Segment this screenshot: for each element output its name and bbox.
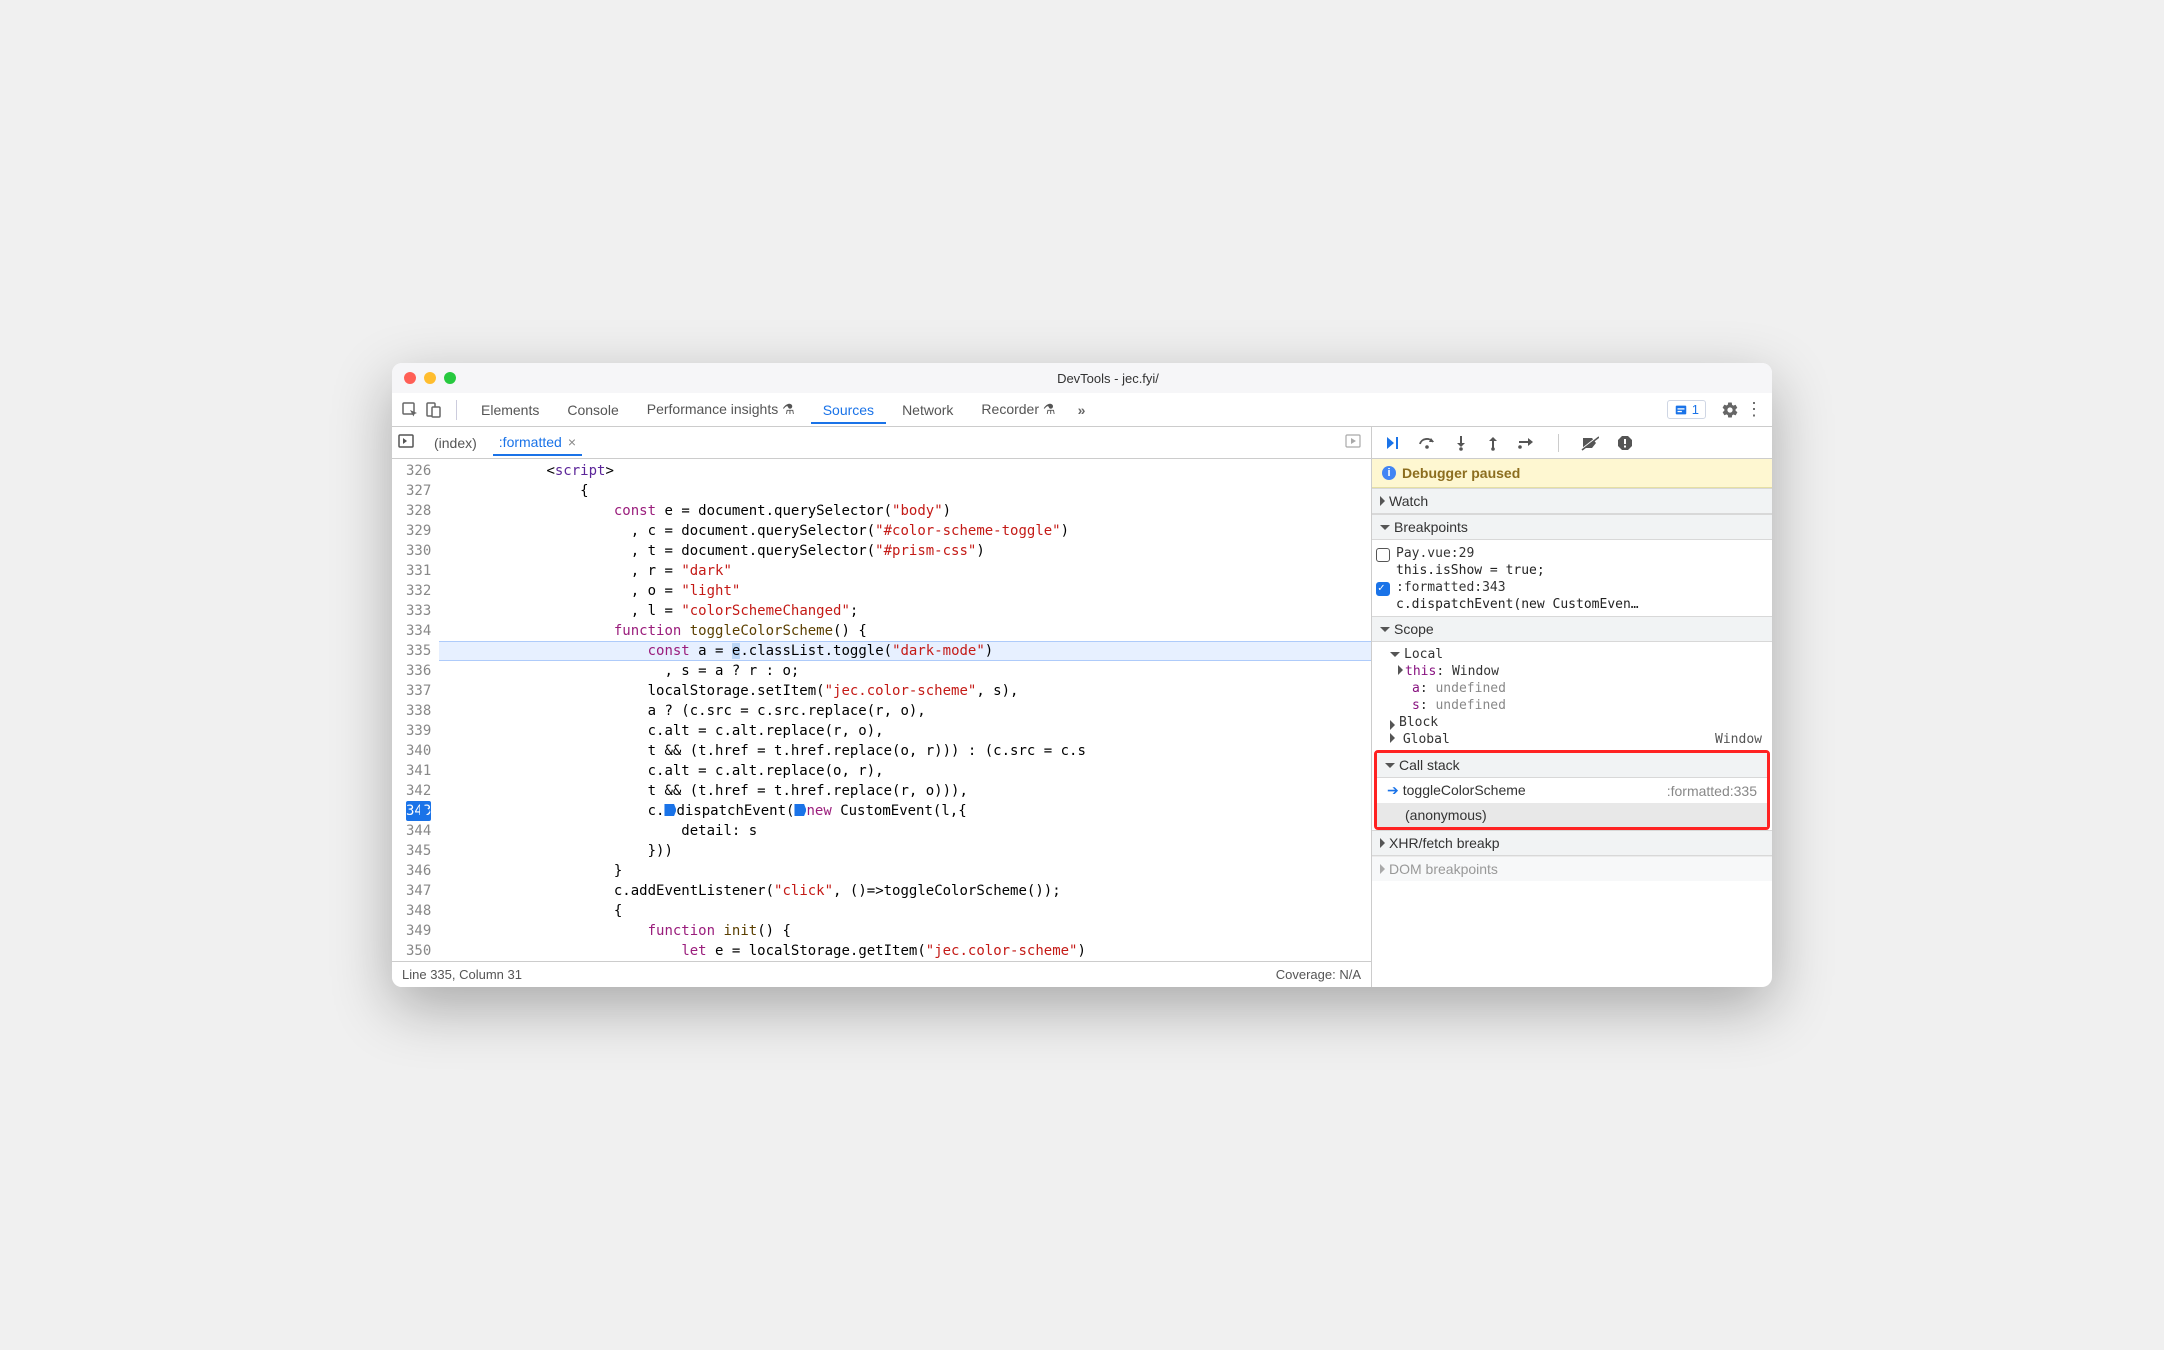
info-icon: i: [1382, 466, 1396, 480]
debugger-pane: i Debugger paused Watch Breakpoints Pay.…: [1372, 427, 1772, 987]
checkbox-unchecked[interactable]: [1376, 548, 1390, 562]
chevron-down-icon: [1380, 627, 1390, 632]
panel-tabbar: Elements Console Performance insights ⚗ …: [392, 393, 1772, 427]
flask-icon: ⚗: [782, 401, 795, 417]
chevron-right-icon: [1390, 720, 1395, 730]
step-over-icon[interactable]: [1418, 435, 1436, 451]
step-icon[interactable]: [1518, 436, 1536, 450]
chevron-down-icon: [1390, 652, 1400, 657]
scope-panel-header[interactable]: Scope: [1372, 616, 1772, 642]
close-icon[interactable]: ×: [568, 434, 576, 450]
dom-breakpoints-header[interactable]: DOM breakpoints: [1372, 856, 1772, 881]
settings-icon[interactable]: [1720, 400, 1740, 420]
scope-var-s: s: undefined: [1372, 697, 1772, 714]
traffic-lights: [404, 372, 456, 384]
tab-network[interactable]: Network: [890, 396, 965, 424]
issues-button[interactable]: 1: [1667, 400, 1706, 419]
window-title: DevTools - jec.fyi/: [456, 371, 1760, 386]
more-tabs-icon[interactable]: »: [1071, 400, 1091, 420]
breakpoints-panel-header[interactable]: Breakpoints: [1372, 514, 1772, 540]
file-tab-formatted[interactable]: :formatted ×: [493, 430, 582, 456]
debugger-paused-banner: i Debugger paused: [1372, 459, 1772, 488]
editor-pane: (index) :formatted × 3263273283293303313…: [392, 427, 1372, 987]
frame-name: toggleColorScheme: [1403, 782, 1526, 798]
code-run-icon[interactable]: [1345, 433, 1365, 452]
current-frame-icon: ➔: [1387, 782, 1399, 798]
breakpoint-preview: c.dispatchEvent(new CustomEven…: [1372, 597, 1772, 612]
callstack-panel-header[interactable]: Call stack: [1377, 753, 1767, 778]
breakpoint-title: :formatted:343: [1396, 580, 1506, 595]
pause-exceptions-icon[interactable]: [1617, 435, 1633, 451]
chevron-right-icon: [1380, 864, 1385, 874]
chevron-right-icon: [1380, 496, 1385, 506]
code-content[interactable]: <script> { const e = document.querySelec…: [439, 459, 1371, 961]
cursor-position: Line 335, Column 31: [402, 967, 522, 982]
scope-local[interactable]: Local: [1372, 646, 1772, 663]
main-content: (index) :formatted × 3263273283293303313…: [392, 427, 1772, 987]
tab-performance-insights[interactable]: Performance insights ⚗: [635, 395, 807, 424]
breakpoint-preview: this.isShow = true;: [1372, 563, 1772, 578]
deactivate-breakpoints-icon[interactable]: [1581, 435, 1599, 451]
navigator-toggle-icon[interactable]: [398, 433, 418, 452]
chevron-down-icon: [1385, 763, 1395, 768]
minimize-window-button[interactable]: [424, 372, 436, 384]
close-window-button[interactable]: [404, 372, 416, 384]
tab-recorder[interactable]: Recorder ⚗: [969, 395, 1067, 424]
callstack-frame[interactable]: (anonymous): [1377, 803, 1767, 827]
tab-sources[interactable]: Sources: [811, 396, 886, 424]
issues-count: 1: [1692, 402, 1699, 417]
frame-location: :formatted:335: [1667, 783, 1757, 799]
titlebar: DevTools - jec.fyi/: [392, 363, 1772, 393]
file-tab-index[interactable]: (index): [428, 431, 483, 455]
inspect-icon[interactable]: [400, 400, 420, 420]
call-stack-section: Call stack ➔toggleColorScheme :formatted…: [1374, 750, 1770, 830]
step-out-icon[interactable]: [1486, 435, 1500, 451]
statusbar: Line 335, Column 31 Coverage: N/A: [392, 961, 1371, 987]
step-into-icon[interactable]: [1454, 435, 1468, 451]
breakpoint-item[interactable]: :formatted:343: [1372, 578, 1772, 597]
code-editor[interactable]: 3263273283293303313323333343353363373383…: [392, 459, 1371, 961]
debugger-toolbar: [1372, 427, 1772, 459]
resume-icon[interactable]: [1384, 435, 1400, 451]
scope-var-a: a: undefined: [1372, 680, 1772, 697]
watch-label: Watch: [1389, 493, 1428, 509]
dom-label: DOM breakpoints: [1389, 861, 1498, 877]
scope-global[interactable]: GlobalWindow: [1372, 731, 1772, 748]
file-tab-label: :formatted: [499, 434, 562, 450]
frame-name: (anonymous): [1387, 807, 1487, 823]
xhr-breakpoints-header[interactable]: XHR/fetch breakp: [1372, 830, 1772, 856]
devtools-window: DevTools - jec.fyi/ Elements Console Per…: [392, 363, 1772, 987]
xhr-label: XHR/fetch breakp: [1389, 835, 1500, 851]
chevron-right-icon: [1398, 665, 1403, 675]
scope-label: Scope: [1394, 621, 1434, 637]
checkbox-checked[interactable]: [1376, 582, 1390, 596]
chevron-down-icon: [1380, 525, 1390, 530]
breakpoints-label: Breakpoints: [1394, 519, 1468, 535]
coverage-status: Coverage: N/A: [1276, 967, 1361, 982]
callstack-label: Call stack: [1399, 757, 1460, 773]
chevron-right-icon: [1390, 733, 1395, 743]
tab-console[interactable]: Console: [555, 396, 630, 424]
device-toggle-icon[interactable]: [424, 400, 444, 420]
breakpoint-item[interactable]: Pay.vue:29: [1372, 544, 1772, 563]
callstack-frame[interactable]: ➔toggleColorScheme :formatted:335: [1377, 778, 1767, 803]
kebab-menu-icon[interactable]: ⋮: [1744, 400, 1764, 420]
breakpoint-title: Pay.vue:29: [1396, 546, 1474, 561]
chevron-right-icon: [1380, 838, 1385, 848]
zoom-window-button[interactable]: [444, 372, 456, 384]
watch-panel-header[interactable]: Watch: [1372, 488, 1772, 514]
flask-icon: ⚗: [1043, 401, 1056, 417]
file-tabbar: (index) :formatted ×: [392, 427, 1371, 459]
scope-var-this[interactable]: this: Window: [1372, 663, 1772, 680]
breakpoints-panel-body: Pay.vue:29 this.isShow = true; :formatte…: [1372, 540, 1772, 616]
line-gutter[interactable]: 3263273283293303313323333343353363373383…: [392, 459, 439, 961]
scope-panel-body: Local this: Window a: undefined s: undef…: [1372, 642, 1772, 752]
tab-elements[interactable]: Elements: [469, 396, 551, 424]
scope-block[interactable]: Block: [1372, 714, 1772, 731]
paused-label: Debugger paused: [1402, 465, 1520, 481]
